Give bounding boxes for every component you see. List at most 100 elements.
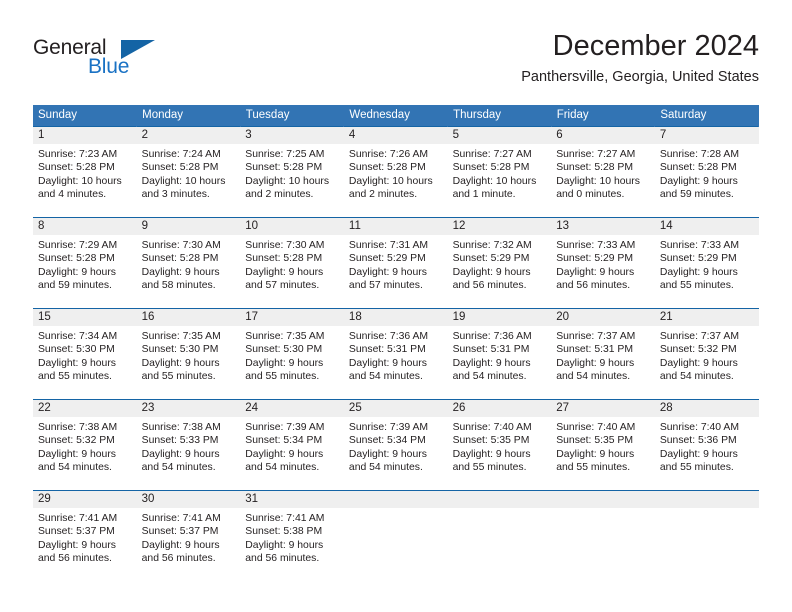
day-cell[interactable]: 2 Sunrise: 7:24 AM Sunset: 5:28 PM Daylight… — [136, 126, 241, 218]
sunset-text: Sunset: 5:28 PM — [38, 162, 115, 174]
sunrise-text: Sunrise: 7:24 AM — [141, 149, 221, 160]
day-cell[interactable]: 23 Sunrise: 7:38 AM Sunset: 5:33 PM Dayligh… — [136, 399, 241, 491]
daylight-text-line1: Daylight: 9 hours — [141, 448, 220, 460]
sunrise-text: Sunrise: 7:26 AM — [348, 149, 429, 160]
day-cell[interactable]: 29 Sunrise: 7:41 AM Sunset: 5:37 PM Dayligh… — [33, 490, 137, 581]
day-number: 21 — [654, 309, 759, 326]
day-cell[interactable]: 27 Sunrise: 7:40 AM Sunset: 5:35 PM Dayligh… — [551, 399, 655, 491]
daylight-text-line2: and 54 minutes. — [245, 462, 320, 474]
daylight-text-line2: and 2 minutes. — [245, 189, 314, 201]
sunset-text: Sunset: 5:28 PM — [141, 253, 219, 265]
daylight-text-line1: Daylight: 9 hours — [38, 448, 116, 460]
sunset-text: Sunset: 5:30 PM — [38, 344, 115, 356]
daylight-text-line2: and 56 minutes. — [452, 280, 527, 292]
day-cell[interactable]: 30 Sunrise: 7:41 AM Sunset: 5:37 PM Dayligh… — [136, 490, 241, 581]
day-cell[interactable]: 8 Sunrise: 7:29 AM Sunset: 5:28 PM Daylight… — [33, 217, 137, 309]
day-number: 22 — [33, 400, 137, 417]
day-cell[interactable]: 31 Sunrise: 7:41 AM Sunset: 5:38 PM Dayligh… — [240, 490, 344, 581]
day-number: 27 — [551, 400, 655, 417]
sunrise-text: Sunrise: 7:33 AM — [659, 240, 739, 251]
daylight-text-line2: and 55 minutes. — [141, 371, 216, 383]
sunrise-text: Sunrise: 7:36 AM — [452, 331, 532, 342]
daylight-text-line1: Daylight: 9 hours — [245, 266, 324, 278]
day-number: 18 — [343, 309, 448, 326]
day-cell[interactable]: 14 Sunrise: 7:33 AM Sunset: 5:29 PM Dayligh… — [654, 217, 759, 309]
daylight-text-line1: Daylight: 9 hours — [348, 357, 427, 369]
day-cell[interactable]: 7 Sunrise: 7:28 AM Sunset: 5:28 PM Daylight… — [654, 126, 759, 218]
daylight-text-line1: Daylight: 9 hours — [556, 448, 635, 460]
daylight-text-line1: Daylight: 9 hours — [38, 357, 116, 369]
day-cell[interactable]: 17 Sunrise: 7:35 AM Sunset: 5:30 PM Dayligh… — [240, 308, 344, 400]
day-details: Sunrise: 7:30 AM Sunset: 5:28 PM Daylight:… — [240, 235, 344, 293]
day-cell[interactable]: 1 Sunrise: 7:23 AM Sunset: 5:28 PM Daylight… — [33, 126, 137, 218]
day-cell[interactable]: 9 Sunrise: 7:30 AM Sunset: 5:28 PM Daylight… — [136, 217, 241, 309]
day-cell[interactable]: 28 Sunrise: 7:40 AM Sunset: 5:36 PM Dayligh… — [654, 399, 759, 491]
weekday-header-wednesday: Wednesday — [343, 105, 449, 127]
day-number: 16 — [136, 309, 241, 326]
sunrise-text: Sunrise: 7:41 AM — [141, 513, 221, 524]
day-cell[interactable]: 25 Sunrise: 7:39 AM Sunset: 5:34 PM Dayligh… — [343, 399, 448, 491]
sunset-text: Sunset: 5:34 PM — [348, 435, 426, 447]
day-cell-empty — [447, 490, 552, 581]
day-cell[interactable]: 16 Sunrise: 7:35 AM Sunset: 5:30 PM Dayligh… — [136, 308, 241, 400]
day-cell[interactable]: 5 Sunrise: 7:27 AM Sunset: 5:28 PM Daylight… — [447, 126, 552, 218]
general-blue-logo[interactable]: General Blue — [33, 36, 233, 88]
day-number: 23 — [136, 400, 241, 417]
title-block: December 2024 Panthersville, Georgia, Un… — [521, 28, 759, 88]
sunrise-text: Sunrise: 7:40 AM — [659, 422, 739, 433]
page-subtitle: Panthersville, Georgia, United States — [521, 69, 759, 85]
daylight-text-line2: and 56 minutes. — [141, 553, 216, 565]
daylight-text-line1: Daylight: 10 hours — [452, 175, 537, 187]
daylight-text-line2: and 55 minutes. — [38, 371, 112, 383]
day-number: 12 — [447, 218, 552, 235]
day-details: Sunrise: 7:41 AM Sunset: 5:38 PM Daylight:… — [240, 508, 344, 566]
day-number: 4 — [343, 127, 448, 144]
day-cell[interactable]: 4 Sunrise: 7:26 AM Sunset: 5:28 PM Daylight… — [343, 126, 448, 218]
daylight-text-line1: Daylight: 9 hours — [452, 357, 531, 369]
day-cell[interactable]: 21 Sunrise: 7:37 AM Sunset: 5:32 PM Dayligh… — [654, 308, 759, 400]
day-cell[interactable]: 20 Sunrise: 7:37 AM Sunset: 5:31 PM Dayligh… — [551, 308, 655, 400]
day-cell[interactable]: 3 Sunrise: 7:25 AM Sunset: 5:28 PM Daylight… — [240, 126, 344, 218]
weekday-header-monday: Monday — [136, 105, 241, 127]
daylight-text-line2: and 55 minutes. — [556, 462, 631, 474]
day-cell[interactable]: 10 Sunrise: 7:30 AM Sunset: 5:28 PM Dayligh… — [240, 217, 344, 309]
calendar-body: 1 Sunrise: 7:23 AM Sunset: 5:28 PM Daylight… — [33, 126, 759, 581]
sunrise-text: Sunrise: 7:37 AM — [659, 331, 739, 342]
day-cell[interactable]: 19 Sunrise: 7:36 AM Sunset: 5:31 PM Dayligh… — [447, 308, 552, 400]
day-cell[interactable]: 12 Sunrise: 7:32 AM Sunset: 5:29 PM Dayligh… — [447, 217, 552, 309]
weekday-header-friday: Friday — [551, 105, 656, 127]
day-number: 20 — [551, 309, 655, 326]
day-number: 19 — [447, 309, 552, 326]
sunset-text: Sunset: 5:35 PM — [556, 435, 634, 447]
day-details: Sunrise: 7:37 AM Sunset: 5:31 PM Daylight:… — [551, 326, 655, 384]
sunset-text: Sunset: 5:30 PM — [141, 344, 219, 356]
day-cell-empty — [551, 490, 655, 581]
day-cell[interactable]: 15 Sunrise: 7:34 AM Sunset: 5:30 PM Dayligh… — [33, 308, 137, 400]
day-number: 30 — [136, 491, 241, 508]
calendar-table: Sunday Monday Tuesday Wednesday Thursday… — [33, 105, 759, 581]
day-cell[interactable]: 11 Sunrise: 7:31 AM Sunset: 5:29 PM Dayligh… — [343, 217, 448, 309]
day-cell[interactable]: 26 Sunrise: 7:40 AM Sunset: 5:35 PM Dayligh… — [447, 399, 552, 491]
daylight-text-line1: Daylight: 9 hours — [38, 266, 116, 278]
day-cell-empty — [654, 490, 759, 581]
sunset-text: Sunset: 5:31 PM — [452, 344, 530, 356]
calendar-header-row: Sunday Monday Tuesday Wednesday Thursday… — [33, 105, 759, 127]
day-cell[interactable]: 24 Sunrise: 7:39 AM Sunset: 5:34 PM Dayligh… — [240, 399, 344, 491]
daylight-text-line2: and 54 minutes. — [452, 371, 527, 383]
daylight-text-line1: Daylight: 10 hours — [141, 175, 226, 187]
daylight-text-line1: Daylight: 9 hours — [659, 357, 738, 369]
daylight-text-line2: and 58 minutes. — [141, 280, 216, 292]
sunset-text: Sunset: 5:34 PM — [245, 435, 323, 447]
day-cell[interactable]: 6 Sunrise: 7:27 AM Sunset: 5:28 PM Daylight… — [551, 126, 655, 218]
page-title: December 2024 — [552, 30, 759, 62]
daylight-text-line2: and 55 minutes. — [659, 280, 734, 292]
daylight-text-line1: Daylight: 9 hours — [348, 266, 427, 278]
daylight-text-line2: and 59 minutes. — [659, 189, 734, 201]
sunrise-text: Sunrise: 7:40 AM — [452, 422, 532, 433]
sunrise-text: Sunrise: 7:41 AM — [245, 513, 325, 524]
day-cell[interactable]: 13 Sunrise: 7:33 AM Sunset: 5:29 PM Dayligh… — [551, 217, 655, 309]
day-cell[interactable]: 22 Sunrise: 7:38 AM Sunset: 5:32 PM Dayligh… — [33, 399, 137, 491]
sunset-text: Sunset: 5:30 PM — [245, 344, 323, 356]
day-cell[interactable]: 18 Sunrise: 7:36 AM Sunset: 5:31 PM Dayligh… — [343, 308, 448, 400]
daylight-text-line1: Daylight: 9 hours — [245, 539, 324, 551]
